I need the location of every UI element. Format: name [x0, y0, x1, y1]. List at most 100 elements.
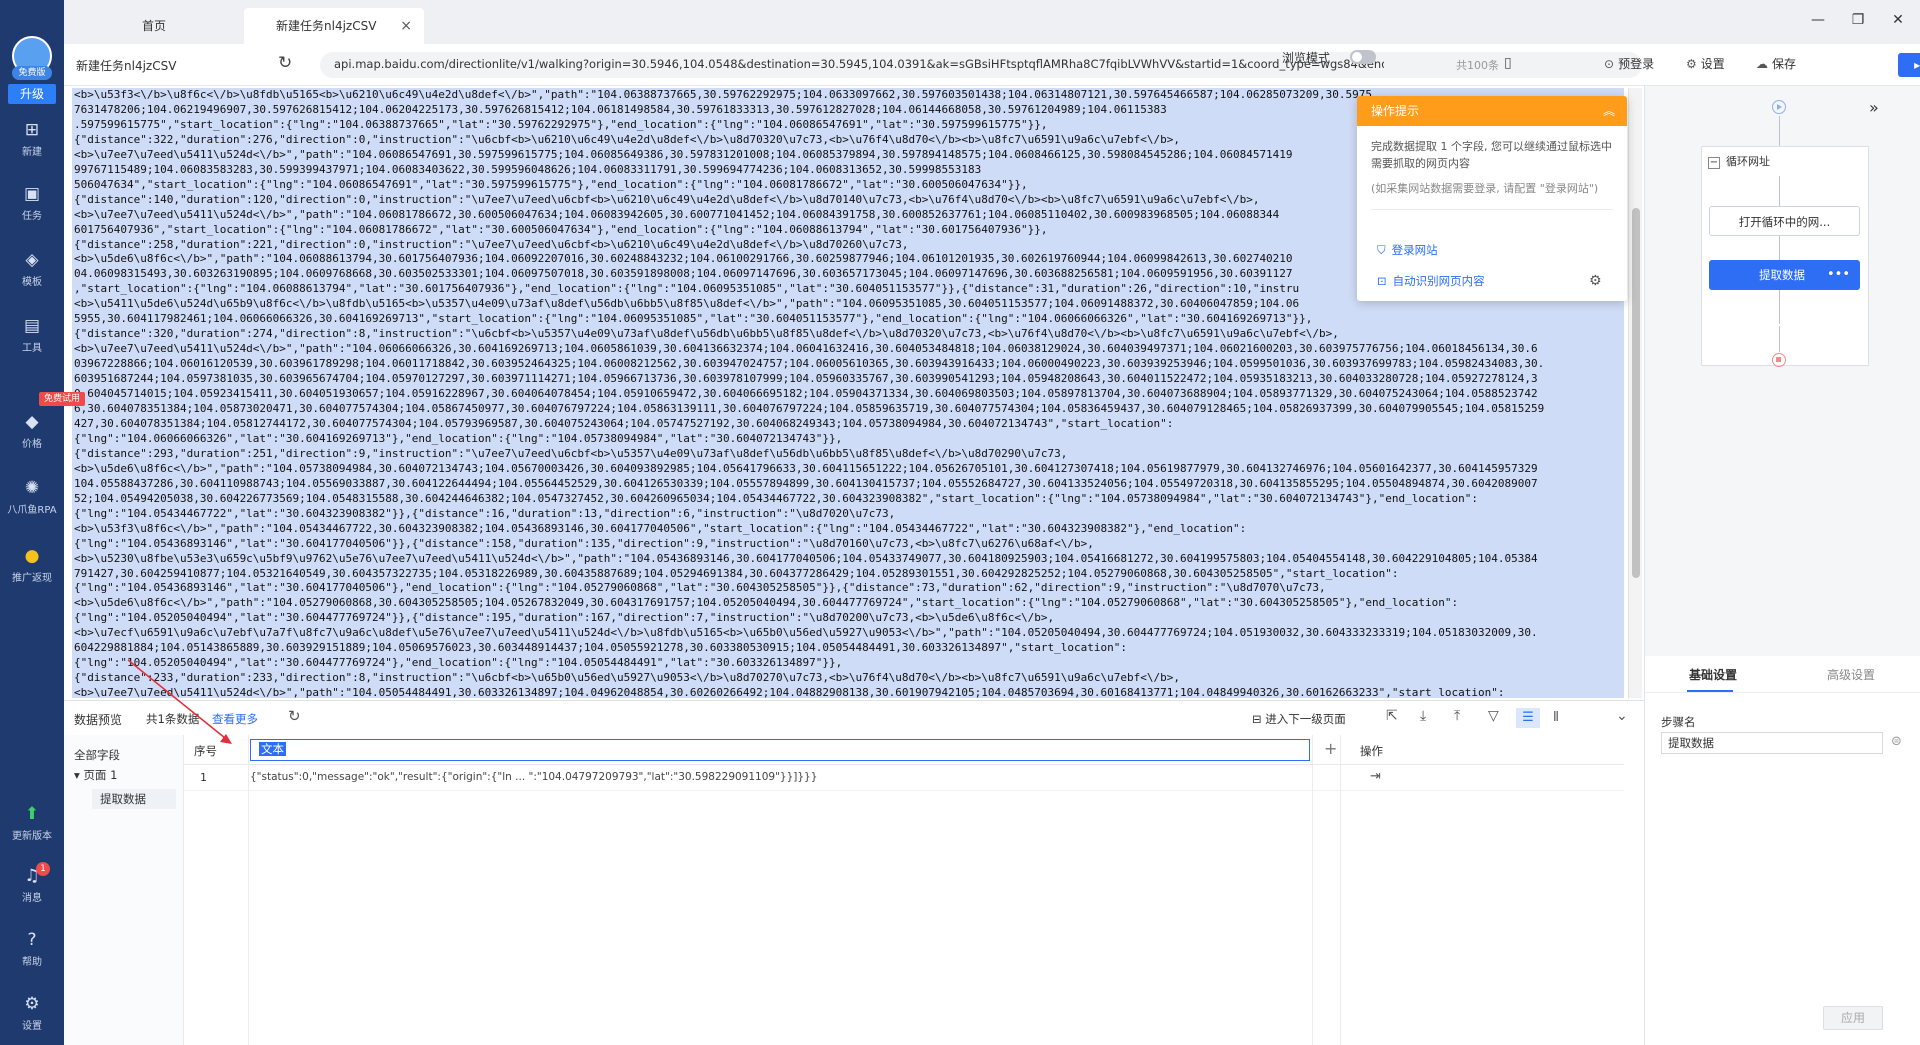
sidebar-item-templates[interactable]: ◈ 模板 — [0, 250, 64, 288]
loop-url-block[interactable]: − 循环网址 — [1701, 146, 1869, 366]
login-site-link[interactable]: ⛉ 登录网站 — [1377, 242, 1438, 258]
sidebar-item-rpa[interactable]: ✺ 八爪鱼RPA — [0, 478, 64, 516]
save-button[interactable]: ☁ 保存 — [1756, 55, 1796, 72]
flow-connector — [1779, 236, 1780, 260]
operation-tip-popup: 操作提示 ︽ 完成数据提取 1 个字段, 您可以继续通过鼠标选中需要抓取的网页内… — [1357, 96, 1627, 301]
tab-advanced-settings[interactable]: 高级设置 — [1827, 666, 1875, 683]
web-scrollbar[interactable] — [1628, 88, 1642, 698]
flow-connector — [1779, 290, 1780, 324]
row-index: 1 — [200, 771, 207, 784]
step-tree-item[interactable]: 提取数据 — [92, 789, 176, 809]
collapse-icon[interactable]: ︽ — [1603, 96, 1615, 126]
code-line: <b>\u5de6\u8f6c<\/b>","path":"104.052790… — [74, 596, 1459, 610]
close-window-button[interactable]: ✕ — [1878, 8, 1918, 32]
reload-icon[interactable]: ↻ — [278, 53, 292, 73]
sidebar-item-messages[interactable]: ♫ 消息 — [0, 866, 64, 904]
close-tab-icon[interactable]: × — [400, 8, 412, 44]
page-label: 页面 1 — [83, 768, 118, 782]
gear-icon: ⚙ — [1686, 57, 1697, 71]
extract-node-label: 提取数据 — [1759, 268, 1805, 282]
collapse-minus-icon[interactable]: − — [1708, 157, 1720, 169]
enter-next-level-button[interactable]: ⊟ 进入下一级页面 — [1252, 711, 1346, 727]
settings-button[interactable]: ⚙ 设置 — [1686, 55, 1725, 72]
code-line: 0.604045714015;104.05923415411,30.604051… — [74, 387, 1538, 401]
tab-home[interactable]: 首页 — [64, 8, 244, 44]
sidebar-item-tasks[interactable]: ▣ 任务 — [0, 184, 64, 222]
code-line: <b>\u53f3\u8f6c<\/b>","path":"104.054344… — [74, 521, 1247, 535]
sidebar-item-referral[interactable]: ● 推广返现 — [0, 546, 64, 584]
sidebar-item-new[interactable]: ⊞ 新建 — [0, 120, 64, 158]
column-view-icon[interactable]: ⦀ — [1544, 708, 1568, 728]
browse-mode-toggle[interactable] — [1350, 50, 1376, 64]
tab-label: 新建任务nl4jzCSV — [276, 19, 377, 33]
sidebar-item-label: 工具 — [22, 343, 42, 354]
row-action-icon[interactable]: ⇥ — [1370, 769, 1381, 784]
minimize-button[interactable]: — — [1798, 8, 1838, 32]
list-view-icon[interactable]: ☰ — [1516, 708, 1540, 728]
tab-basic-settings[interactable]: 基础设置 — [1689, 666, 1737, 683]
view-more-link[interactable]: 查看更多 — [212, 711, 258, 727]
sidebar-item-label: 新建 — [22, 147, 42, 158]
table-row[interactable]: 1 {"status":0,"message":"ok","result":{"… — [184, 765, 1624, 791]
flow-connector — [1779, 176, 1780, 206]
url-input[interactable]: api.map.baidu.com/directionlite/v1/walki… — [320, 52, 1642, 78]
code-line: 427,30.604078351384;104.05812744172,30.6… — [74, 416, 1174, 430]
step-settings-panel: 基础设置 高级设置 步骤名 提取数据 ⊜ 应用 — [1644, 656, 1920, 1045]
open-loop-page-node[interactable]: 打开循环中的网... — [1709, 206, 1860, 236]
scan-icon: ⊡ — [1377, 274, 1387, 288]
url-count: 共100条 — [1456, 59, 1499, 72]
preview-title: 数据预览 — [74, 713, 123, 727]
code-line: <b>\u7ee7\u7eed\u5411\u524d<\/b>","path"… — [74, 686, 1505, 698]
flow-end-icon — [1772, 353, 1786, 367]
tab-active-task[interactable]: 新建任务nl4jzCSV × — [244, 8, 424, 44]
filter-icon[interactable]: ▽ — [1488, 708, 1499, 724]
collect-button[interactable]: ▸ 采集 — [1898, 53, 1920, 77]
expand-panel-icon[interactable]: » — [1869, 98, 1879, 117]
node-menu-icon[interactable]: ••• — [1827, 260, 1850, 290]
coin-icon: ● — [24, 546, 40, 566]
download-icon[interactable]: ⤓ — [1420, 708, 1426, 724]
sidebar-item-label: 价格 — [22, 439, 42, 450]
preview-login-button[interactable]: ⊙ 预登录 — [1604, 55, 1654, 72]
sidebar-item-pricing[interactable]: ◆ 价格 — [0, 412, 64, 450]
code-line: <b>\u7ecf\u6591\u9a6c\u7ebf\u7a7f\u8fc7\… — [74, 626, 1538, 640]
toolbox-icon: ▤ — [23, 316, 41, 336]
page-tree-item[interactable]: ▾ 页面 1 — [74, 767, 117, 783]
code-line: 104.05588437286,30.604110988743;104.0556… — [74, 476, 1538, 490]
free-trial-tag: 免费试用 — [39, 392, 85, 406]
octopus-icon: ✺ — [24, 478, 40, 498]
apply-button[interactable]: 应用 — [1823, 1006, 1883, 1030]
code-line: {"lng":"104.05434467722","lat":"30.60432… — [74, 506, 896, 520]
add-field-icon[interactable]: + — [1324, 739, 1337, 758]
auto-identify-link[interactable]: ⊡ 自动识别网页内容 — [1377, 273, 1485, 289]
scroll-thumb[interactable] — [1632, 208, 1640, 578]
code-line: 52;104.05494205038,30.604226773569;104.0… — [74, 491, 1478, 505]
code-line: 5955,30.604117982461;104.06066066326,30.… — [74, 312, 1313, 326]
sidebar-item-settings[interactable]: ⚙ 设置 — [0, 994, 64, 1032]
refresh-icon[interactable]: ↻ — [288, 707, 301, 725]
next-level-icon: ⊟ — [1252, 712, 1266, 726]
loop-label: 循环网址 — [1726, 155, 1770, 168]
sidebar-item-help[interactable]: ? 帮助 — [0, 930, 64, 968]
chevron-down-icon[interactable]: ⌄ — [1616, 708, 1628, 724]
info-icon[interactable]: ⊜ — [1891, 734, 1902, 749]
extract-data-node[interactable]: 提取数据 ••• — [1709, 260, 1860, 290]
step-name-input[interactable]: 提取数据 — [1661, 732, 1883, 754]
code-line: {"lng":"104.05205040494","lat":"30.60447… — [74, 656, 843, 670]
sidebar-item-tools[interactable]: ▤ 工具 — [0, 316, 64, 354]
upgrade-button[interactable]: 升级 — [8, 84, 56, 104]
sidebar-item-label: 模板 — [22, 277, 42, 288]
help-icon: ? — [27, 930, 37, 950]
url-text: api.map.baidu.com/directionlite/v1/walki… — [334, 57, 1384, 71]
sidebar-item-update[interactable]: ⬆ 更新版本 — [0, 804, 64, 842]
code-line: {"lng":"104.05436893146","lat":"30.60417… — [74, 581, 1326, 595]
flow-connector — [1779, 116, 1780, 146]
restore-button[interactable]: ❐ — [1838, 8, 1878, 32]
field-name-input[interactable]: 文本 — [250, 739, 1310, 761]
upload-icon[interactable]: ⤒ — [1454, 708, 1460, 724]
gear-icon[interactable]: ⚙ — [1589, 273, 1602, 289]
export-icon[interactable]: ⇱ — [1386, 708, 1398, 724]
code-line: {"lng":"104.06066066326","lat":"30.60416… — [74, 431, 843, 445]
sidebar-item-label: 任务 — [22, 211, 42, 222]
document-icon[interactable]: ▯ — [1504, 55, 1512, 71]
